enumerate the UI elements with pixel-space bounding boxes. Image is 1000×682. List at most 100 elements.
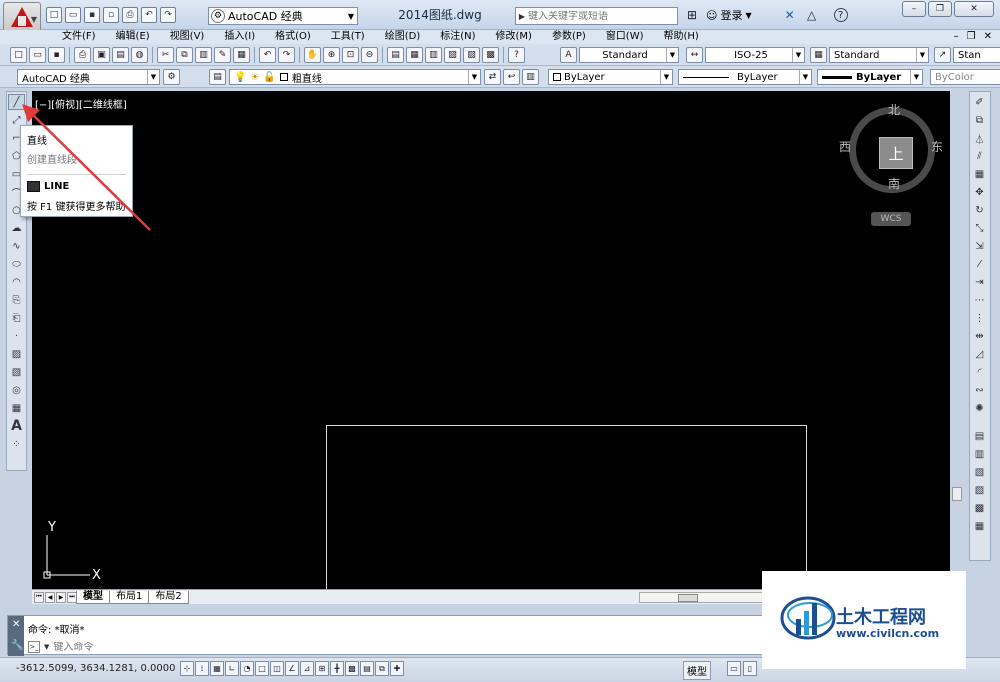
text-front-icon[interactable]: ▦	[971, 518, 988, 534]
next-tab-icon[interactable]: ▶	[56, 591, 66, 603]
hatch-icon[interactable]: ▨	[8, 346, 25, 362]
layer-previous-icon[interactable]: ↩	[503, 69, 520, 85]
open-file-icon[interactable]: ▭	[65, 7, 81, 23]
command-input[interactable]	[53, 641, 354, 653]
layer-state-icon[interactable]: ▥	[522, 69, 539, 85]
sheet-set-icon[interactable]: ▧	[444, 47, 461, 63]
restore-button[interactable]: ❐	[928, 1, 952, 17]
new-file-icon[interactable]: □	[46, 7, 62, 23]
menu-modify[interactable]: 修改(M)	[486, 30, 542, 44]
tab-layout1[interactable]: 布局1	[109, 590, 150, 604]
tab-model[interactable]: 模型	[76, 590, 110, 604]
dynamic-input-icon[interactable]: ⊞	[315, 661, 329, 676]
search-input[interactable]	[528, 10, 668, 22]
menu-draw[interactable]: 绘图(D)	[375, 30, 431, 44]
multileader-style-icon[interactable]: ↗	[934, 47, 951, 63]
make-current-icon[interactable]: ⇄	[484, 69, 501, 85]
properties-icon[interactable]: ▤	[387, 47, 404, 63]
table-style-icon[interactable]: ▦	[810, 47, 827, 63]
help-icon[interactable]: ?	[508, 47, 525, 63]
menu-window[interactable]: 窗口(W)	[596, 30, 654, 44]
draw-order-icon[interactable]: ▤	[971, 428, 988, 444]
break-at-point-icon[interactable]: ⋯	[971, 292, 988, 308]
print-icon[interactable]: ⎙	[122, 7, 138, 23]
workspace-select[interactable]: ⚙ AutoCAD 经典 ▼	[208, 7, 358, 25]
search-box[interactable]: ▶	[515, 7, 678, 25]
command-prompt-icon[interactable]: >_	[28, 641, 40, 653]
drawing-canvas[interactable]: [−][俯视][二维线框] 北 南 西 东 上 WCS Y X	[32, 91, 950, 589]
text-style-icon[interactable]: A	[560, 47, 577, 63]
coordinates-readout[interactable]: -3612.5099, 3634.1281, 0.0000	[16, 663, 175, 674]
linetype-select[interactable]: ByLayer ▼	[678, 69, 812, 85]
spline-icon[interactable]: ∿	[8, 238, 25, 254]
insert-block-icon[interactable]: ⎘	[8, 292, 25, 308]
send-back-icon[interactable]: ▧	[971, 464, 988, 480]
ellipse-arc-icon[interactable]: ◠	[8, 274, 25, 290]
chamfer-icon[interactable]: ◿	[971, 346, 988, 362]
ortho-mode-icon[interactable]: ∟	[225, 661, 239, 676]
markup-icon[interactable]: ▨	[463, 47, 480, 63]
stretch-icon[interactable]: ⇲	[971, 238, 988, 254]
fillet-icon[interactable]: ◜	[971, 364, 988, 380]
menu-format[interactable]: 格式(O)	[265, 30, 321, 44]
chevron-down-icon[interactable]: ▼	[44, 643, 49, 651]
redo-icon[interactable]: ↷	[160, 7, 176, 23]
horizontal-scrollbar-thumb[interactable]	[678, 594, 698, 602]
new-icon[interactable]: □	[10, 47, 27, 63]
minimize-button[interactable]: –	[902, 1, 926, 17]
redo-icon[interactable]: ↷	[278, 47, 295, 63]
multileader-style-select[interactable]: Stan	[953, 47, 1000, 63]
menu-tools[interactable]: 工具(T)	[321, 30, 375, 44]
publish-icon[interactable]: ▤	[112, 47, 129, 63]
erase-icon[interactable]: ✐	[971, 94, 988, 110]
tab-layout2[interactable]: 布局2	[148, 590, 189, 604]
blend-curves-icon[interactable]: ∾	[971, 382, 988, 398]
first-tab-icon[interactable]: ⏮	[34, 591, 44, 603]
snap-mode-icon[interactable]: ⁞	[195, 661, 209, 676]
polar-tracking-icon[interactable]: ◔	[240, 661, 254, 676]
preview-icon[interactable]: ▣	[93, 47, 110, 63]
close-button[interactable]: ✕	[954, 1, 994, 17]
color-select[interactable]: ByLayer ▼	[548, 69, 673, 85]
region-icon[interactable]: ◎	[8, 382, 25, 398]
mirror-icon[interactable]: ⏃	[971, 130, 988, 146]
exchange-icon[interactable]: ✕	[782, 7, 798, 23]
viewcube-east[interactable]: 东	[931, 138, 943, 155]
join-icon[interactable]: ⇹	[971, 328, 988, 344]
selection-cycling-icon[interactable]: ⧉	[375, 661, 389, 676]
zoom-realtime-icon[interactable]: ⊕	[323, 47, 340, 63]
wrench-icon[interactable]: 🔧	[11, 640, 23, 651]
menu-dimension[interactable]: 标注(N)	[430, 30, 485, 44]
text-style-select[interactable]: Standard ▼	[579, 47, 679, 63]
block-editor-icon[interactable]: ▦	[233, 47, 250, 63]
transparency-icon[interactable]: ▩	[345, 661, 359, 676]
open-icon[interactable]: ▭	[29, 47, 46, 63]
3d-dwf-icon[interactable]: ◍	[131, 47, 148, 63]
help-icon[interactable]: ?	[833, 8, 848, 22]
make-block-icon[interactable]: ⎗	[8, 310, 25, 326]
copy-object-icon[interactable]: ⧉	[971, 112, 988, 128]
add-selected-icon[interactable]: ⁘	[8, 436, 25, 452]
undo-icon[interactable]: ↶	[259, 47, 276, 63]
quick-properties-icon[interactable]: ▤	[360, 661, 374, 676]
design-center-icon[interactable]: ▦	[406, 47, 423, 63]
model-space-button[interactable]: 模型	[683, 661, 711, 680]
send-under-icon[interactable]: ▩	[971, 500, 988, 516]
close-icon[interactable]: ✕	[12, 619, 20, 630]
viewcube-west[interactable]: 西	[839, 138, 851, 155]
gradient-icon[interactable]: ▧	[8, 364, 25, 380]
doc-minimize-icon[interactable]: –	[954, 30, 959, 44]
scale-icon[interactable]: ⤡	[971, 220, 988, 236]
workspace-settings-icon[interactable]: ⚙	[163, 69, 180, 85]
grid-display-icon[interactable]: ▦	[210, 661, 224, 676]
save-icon[interactable]: ▪	[48, 47, 65, 63]
layer-select[interactable]: 💡 ☀ 🔓 粗直线 ▼	[229, 69, 481, 85]
binoculars-icon[interactable]: ⊞	[684, 7, 700, 23]
annotation-monitor-icon[interactable]: ✚	[390, 661, 404, 676]
doc-close-icon[interactable]: ✕	[984, 30, 992, 44]
dim-style-select[interactable]: ISO-25 ▼	[705, 47, 805, 63]
quick-view-layouts-icon[interactable]: ▭	[727, 661, 741, 676]
trim-icon[interactable]: ⁄	[971, 256, 988, 272]
object-snap-tracking-icon[interactable]: ∠	[285, 661, 299, 676]
workspace-dropdown[interactable]: AutoCAD 经典 ▼	[17, 69, 160, 85]
